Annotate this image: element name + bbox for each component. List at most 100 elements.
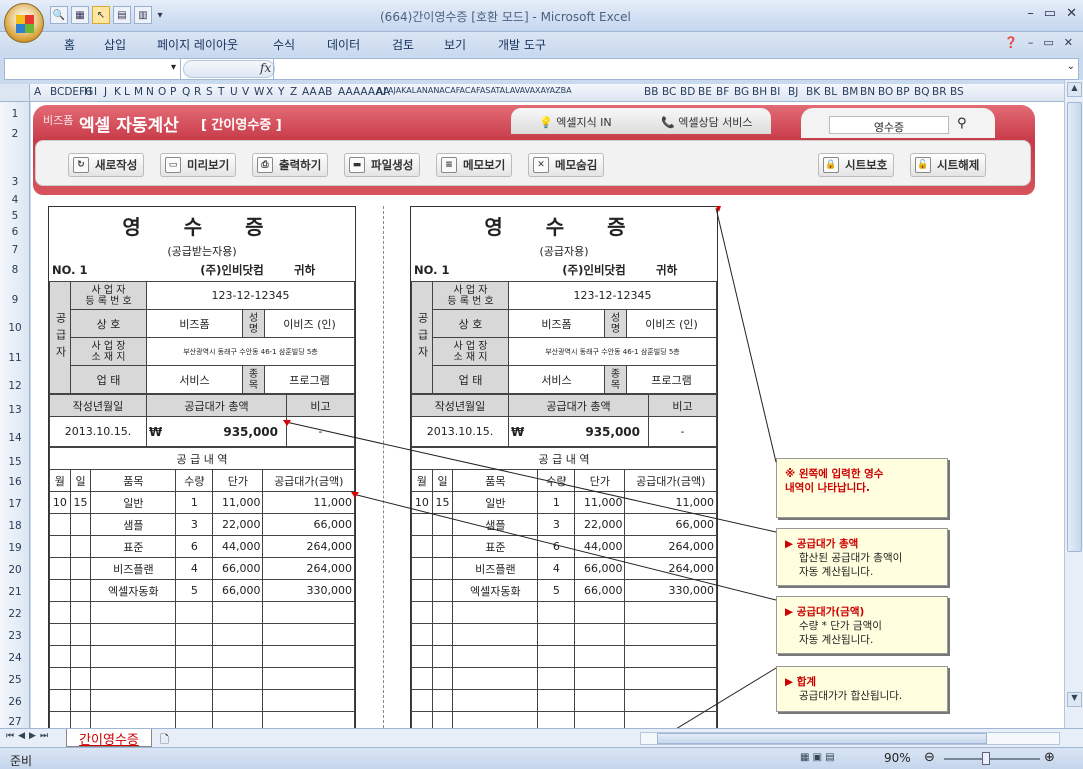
- column-label[interactable]: BE: [698, 86, 712, 98]
- h-scroll-thumb[interactable]: [657, 733, 987, 744]
- row-label[interactable]: 5: [0, 210, 30, 222]
- column-label[interactable]: BH: [752, 86, 767, 98]
- column-label[interactable]: BG: [734, 86, 749, 98]
- column-label[interactable]: BB: [644, 86, 658, 98]
- row-label[interactable]: 15: [0, 456, 30, 468]
- close-icon[interactable]: ✕: [1066, 6, 1077, 21]
- row-label[interactable]: 1: [0, 108, 30, 120]
- column-label[interactable]: A: [34, 86, 41, 98]
- scroll-up-icon[interactable]: ▲: [1067, 82, 1082, 97]
- column-label[interactable]: Q: [182, 86, 190, 98]
- formula-expand-icon[interactable]: ⌄: [1067, 61, 1075, 72]
- print-preview-icon[interactable]: 🔍: [50, 6, 68, 24]
- column-label[interactable]: N: [146, 86, 154, 98]
- row-label[interactable]: 2: [0, 128, 30, 140]
- row-label[interactable]: 11: [0, 352, 30, 364]
- column-label[interactable]: S: [206, 86, 213, 98]
- row-label[interactable]: 13: [0, 404, 30, 416]
- column-label[interactable]: X: [266, 86, 273, 98]
- row-label[interactable]: 18: [0, 520, 30, 532]
- form-icon[interactable]: ▥: [134, 6, 152, 24]
- row-label[interactable]: 12: [0, 380, 30, 392]
- row-label[interactable]: 16: [0, 476, 30, 488]
- row-label[interactable]: 10: [0, 322, 30, 334]
- column-label[interactable]: BN: [860, 86, 875, 98]
- minimize-icon[interactable]: –: [1027, 6, 1034, 21]
- tab-formulas[interactable]: 수식: [273, 36, 295, 53]
- row-label[interactable]: 20: [0, 564, 30, 576]
- tab-home[interactable]: 홈: [64, 36, 75, 53]
- column-label[interactable]: BJ: [788, 86, 798, 98]
- table-icon[interactable]: ▦: [71, 6, 89, 24]
- row-label[interactable]: 8: [0, 264, 30, 276]
- fx-icon[interactable]: fx: [260, 61, 271, 75]
- row-label[interactable]: 9: [0, 294, 30, 306]
- scroll-thumb[interactable]: [1067, 102, 1082, 552]
- column-label[interactable]: AJAKALANANACAFACAFASATALAVAVAXAYAZBA: [388, 86, 644, 95]
- row-label[interactable]: 21: [0, 586, 30, 598]
- tab-developer[interactable]: 개발 도구: [498, 36, 546, 53]
- column-label[interactable]: Y: [278, 86, 284, 98]
- column-label[interactable]: BR: [932, 86, 947, 98]
- column-label[interactable]: M: [134, 86, 143, 98]
- view-normal-icon[interactable]: ▦ ▣ ▤: [800, 752, 835, 763]
- zoom-out-icon[interactable]: ⊖: [924, 750, 935, 765]
- tab-view[interactable]: 보기: [444, 36, 466, 53]
- name-box[interactable]: ▾: [5, 59, 181, 79]
- column-label[interactable]: BF: [716, 86, 729, 98]
- tab-insert[interactable]: 삽입: [104, 36, 126, 53]
- ribbon-close-icon[interactable]: ✕: [1064, 36, 1073, 49]
- column-label[interactable]: BQ: [914, 86, 929, 98]
- column-label[interactable]: K: [114, 86, 121, 98]
- namebox-dropdown-icon[interactable]: ▾: [171, 62, 176, 73]
- tab-page-layout[interactable]: 페이지 레이아웃: [157, 36, 238, 53]
- column-label[interactable]: BM: [842, 86, 858, 98]
- row-label[interactable]: 27: [0, 716, 30, 728]
- select-all-corner[interactable]: [0, 84, 30, 102]
- qat-dropdown-icon[interactable]: ▾: [155, 6, 165, 24]
- row-label[interactable]: 4: [0, 194, 30, 206]
- row-label[interactable]: 6: [0, 226, 30, 238]
- zoom-slider[interactable]: [944, 758, 1040, 760]
- column-label[interactable]: BD: [680, 86, 695, 98]
- scroll-down-icon[interactable]: ▼: [1067, 692, 1082, 707]
- column-label[interactable]: BL: [824, 86, 837, 98]
- zoom-in-icon[interactable]: ⊕: [1044, 750, 1055, 765]
- column-label[interactable]: AA: [302, 86, 317, 98]
- ribbon-restore-icon[interactable]: ▭: [1043, 36, 1053, 49]
- tab-review[interactable]: 검토: [392, 36, 414, 53]
- column-label[interactable]: L: [124, 86, 130, 98]
- column-label[interactable]: AB: [318, 86, 332, 98]
- row-label[interactable]: 19: [0, 542, 30, 554]
- row-label[interactable]: 24: [0, 652, 30, 664]
- column-label[interactable]: Z: [290, 86, 297, 98]
- column-label[interactable]: BK: [806, 86, 820, 98]
- worksheet[interactable]: 비즈폼 엑셀 자동계산 [ 간이영수증 ] 💡 엑셀지식 IN 📞 엑셀상담 서…: [31, 102, 1064, 728]
- ribbon-minimize-icon[interactable]: –: [1028, 36, 1034, 49]
- column-label[interactable]: W: [254, 86, 264, 98]
- column-label[interactable]: BC: [662, 86, 676, 98]
- select-cursor-icon[interactable]: ↖: [92, 6, 110, 24]
- column-label[interactable]: T: [218, 86, 224, 98]
- office-button[interactable]: [4, 3, 44, 43]
- tab-data[interactable]: 데이터: [327, 36, 360, 53]
- column-label[interactable]: AI: [376, 86, 386, 98]
- column-label[interactable]: R: [194, 86, 201, 98]
- zoom-slider-thumb[interactable]: [982, 752, 990, 765]
- maximize-icon[interactable]: ▭: [1044, 6, 1056, 21]
- row-label[interactable]: 25: [0, 674, 30, 686]
- column-label[interactable]: I: [94, 86, 97, 98]
- row-label[interactable]: 17: [0, 498, 30, 510]
- column-label[interactable]: BP: [896, 86, 910, 98]
- sheet-tab-active[interactable]: 간이영수증: [66, 729, 152, 748]
- column-label[interactable]: P: [170, 86, 176, 98]
- grid-icon[interactable]: ▤: [113, 6, 131, 24]
- zoom-level[interactable]: 90%: [884, 751, 911, 765]
- row-label[interactable]: 7: [0, 244, 30, 256]
- column-label[interactable]: BO: [878, 86, 893, 98]
- vertical-scrollbar[interactable]: ▲ ▼: [1064, 80, 1083, 728]
- tab-nav-icons[interactable]: ⏮◀▶⏭: [6, 731, 52, 741]
- row-label[interactable]: 3: [0, 176, 30, 188]
- horizontal-scrollbar[interactable]: [640, 732, 1060, 745]
- help-icon[interactable]: ❓: [1004, 36, 1018, 49]
